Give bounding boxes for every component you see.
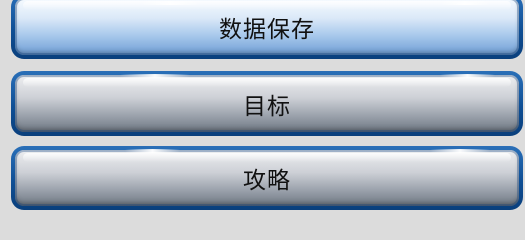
save-data-label: 数据保存 — [219, 16, 315, 43]
goal-button-face: 目标 — [15, 75, 519, 132]
strategy-label: 攻略 — [243, 168, 291, 194]
shine-highlight — [140, 1, 200, 5]
save-data-button-face: 数据保存 — [15, 0, 519, 55]
shine-highlight — [125, 149, 180, 153]
save-data-button[interactable]: 数据保存 — [11, 0, 523, 59]
shine-highlight — [120, 74, 190, 78]
shine-highlight — [440, 74, 495, 78]
shine-highlight — [430, 149, 490, 153]
shine-highlight — [440, 1, 490, 5]
strategy-button-face: 攻略 — [15, 150, 519, 206]
strategy-button[interactable]: 攻略 — [11, 146, 523, 210]
goal-button[interactable]: 目标 — [11, 71, 523, 136]
menu-panel: 数据保存 目标 攻略 — [0, 0, 525, 212]
goal-label: 目标 — [243, 93, 291, 120]
